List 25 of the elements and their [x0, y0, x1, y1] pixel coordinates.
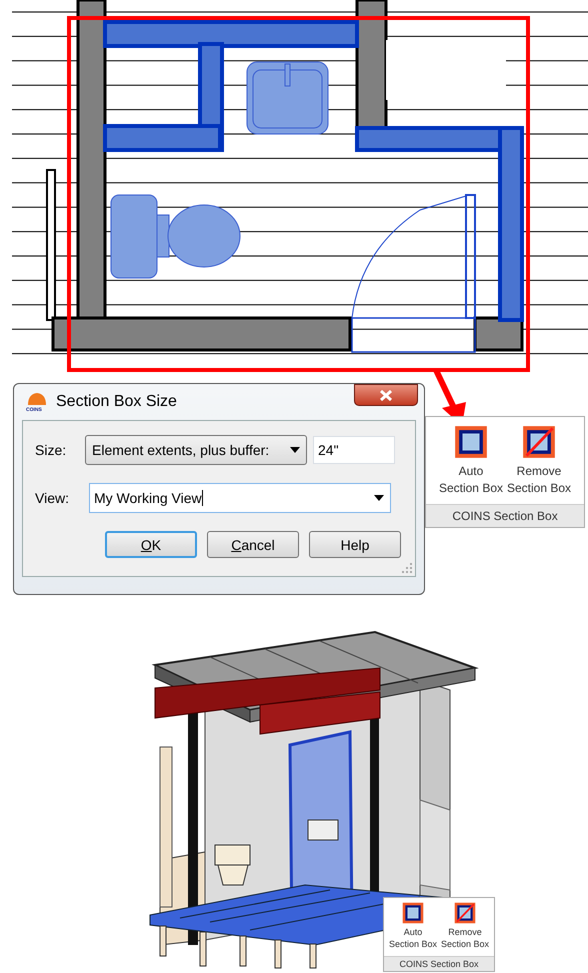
window-title: Section Box Size	[56, 393, 177, 411]
panel-title: COINS Section Box	[384, 956, 494, 971]
ribbon-button[interactable]: Auto Section Box	[388, 902, 438, 956]
resize-grip-icon	[402, 563, 412, 573]
panel-title: COINS Section Box	[426, 504, 584, 527]
caret-icon	[374, 495, 384, 501]
size-label: Size:	[35, 442, 68, 458]
dialog-button[interactable]: Help	[309, 531, 401, 558]
box-icon	[402, 902, 424, 924]
ribbon-button[interactable]: Remove Section Box	[506, 425, 572, 504]
size-dropdown[interactable]: Element extents, plus buffer:	[85, 435, 307, 465]
box-icon	[454, 425, 488, 459]
buffer-field[interactable]: 24"	[313, 436, 395, 464]
hard-hat-icon	[26, 392, 48, 406]
crossed-box-icon	[454, 902, 476, 924]
view-label: View:	[35, 490, 70, 506]
close-icon	[380, 390, 392, 400]
ribbon-button[interactable]: Auto Section Box	[438, 425, 504, 504]
caret-icon	[290, 447, 300, 453]
close-button[interactable]	[354, 384, 418, 406]
ribbon-button[interactable]: Remove Section Box	[440, 902, 490, 956]
view-combo-field[interactable]: My Working View	[89, 483, 391, 513]
crossed-box-icon	[522, 425, 556, 459]
dialog-button[interactable]: Cancel	[207, 531, 299, 558]
dialog-button[interactable]: OK	[105, 531, 197, 558]
